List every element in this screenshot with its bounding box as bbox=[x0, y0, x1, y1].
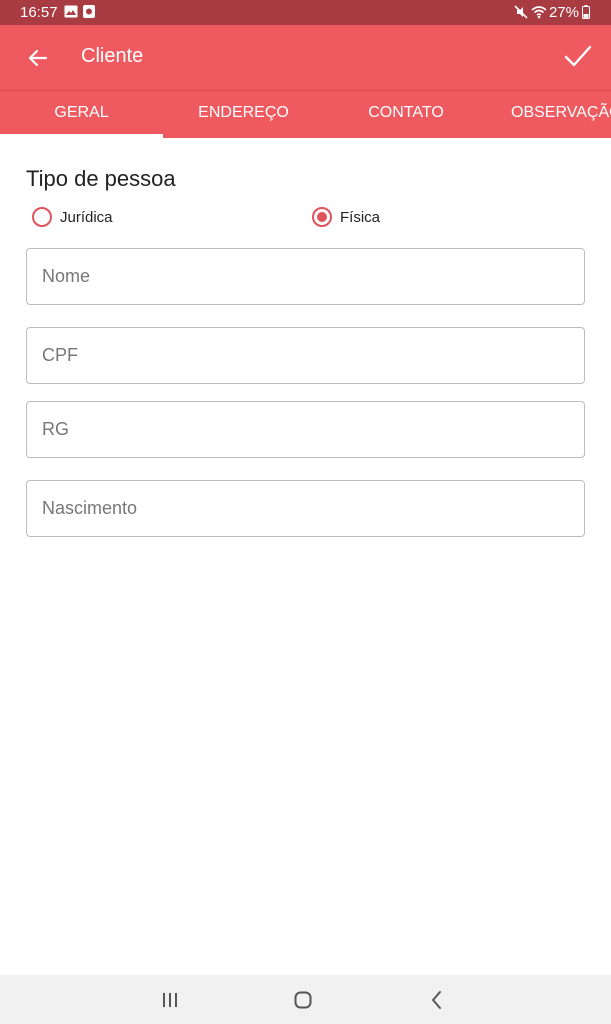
tab-contato[interactable]: CONTATO bbox=[324, 90, 488, 136]
check-icon[interactable] bbox=[563, 42, 593, 72]
status-bar: 16:57 27% bbox=[0, 0, 611, 25]
system-nav-bar bbox=[0, 975, 611, 1024]
radio-label-juridica: Jurídica bbox=[60, 208, 113, 226]
nome-field[interactable] bbox=[26, 248, 585, 305]
person-type-radio-group: Jurídica Física bbox=[0, 203, 611, 231]
back-icon[interactable] bbox=[424, 987, 450, 1013]
battery-percentage: 27% bbox=[548, 4, 579, 21]
cpf-input[interactable] bbox=[42, 328, 572, 383]
rg-field[interactable] bbox=[26, 401, 585, 458]
arrow-left-icon[interactable] bbox=[26, 46, 50, 70]
radio-circle-juridica[interactable] bbox=[32, 207, 52, 227]
page-title: Cliente bbox=[81, 45, 144, 67]
nome-input[interactable] bbox=[42, 249, 572, 304]
rg-input[interactable] bbox=[42, 402, 572, 457]
radio-juridica[interactable]: Jurídica bbox=[32, 203, 113, 231]
cpf-field[interactable] bbox=[26, 327, 585, 384]
tab-observacao[interactable]: OBSERVAÇÃO bbox=[511, 90, 611, 136]
nascimento-input[interactable] bbox=[42, 481, 572, 536]
app-bar: Cliente bbox=[0, 25, 611, 90]
radio-selected-dot bbox=[317, 212, 327, 222]
status-time: 16:57 bbox=[20, 4, 58, 21]
tab-bar: GERAL ENDEREÇO CONTATO OBSERVAÇÃO bbox=[0, 90, 611, 138]
app-notification-icon bbox=[83, 5, 95, 18]
active-tab-indicator bbox=[0, 134, 163, 138]
tab-geral[interactable]: GERAL bbox=[0, 90, 163, 136]
radio-label-fisica: Física bbox=[340, 208, 381, 226]
tab-endereco[interactable]: ENDEREÇO bbox=[163, 90, 324, 136]
section-title: Tipo de pessoa bbox=[26, 166, 176, 191]
radio-circle-fisica[interactable] bbox=[312, 207, 332, 227]
battery-icon bbox=[582, 5, 590, 19]
radio-fisica[interactable]: Física bbox=[312, 203, 380, 231]
home-icon[interactable] bbox=[290, 987, 316, 1013]
nascimento-field[interactable] bbox=[26, 480, 585, 537]
mute-icon bbox=[514, 5, 528, 19]
image-icon bbox=[64, 5, 78, 18]
recent-apps-icon[interactable] bbox=[157, 987, 183, 1013]
wifi-icon bbox=[531, 6, 547, 19]
